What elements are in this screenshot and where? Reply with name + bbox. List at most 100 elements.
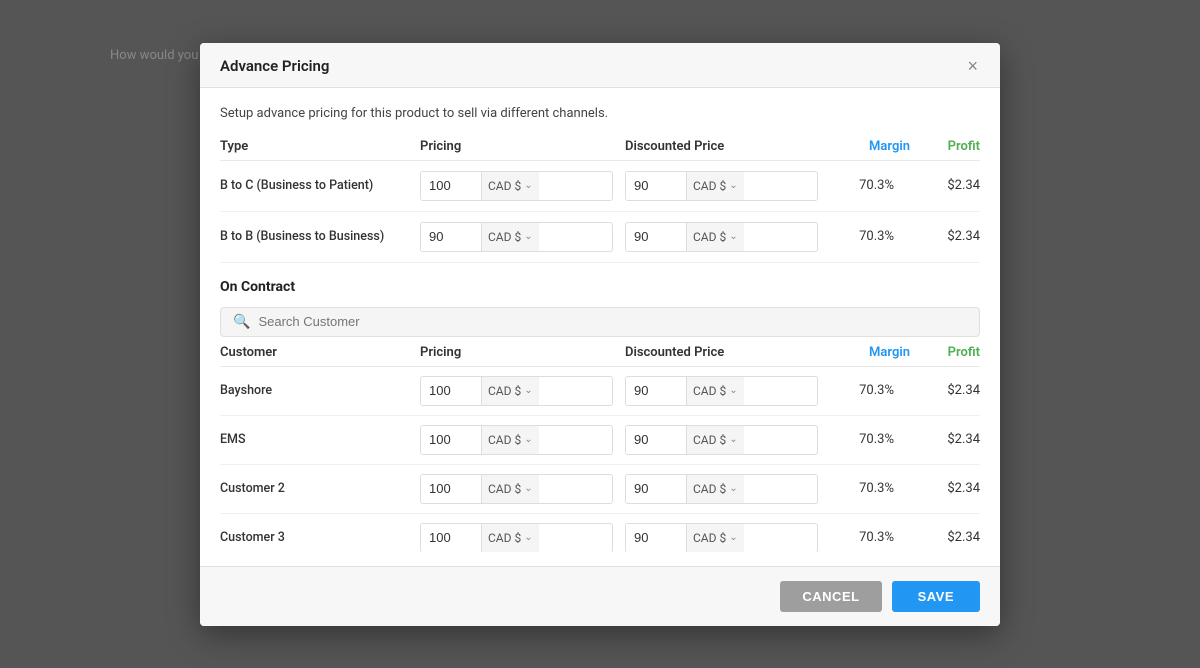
pricing-input[interactable] — [421, 223, 481, 251]
contract-scroll-container: Bayshore CAD $ ⌄ CAD $ ⌄ 70.3% $2.34 EMS — [220, 367, 980, 552]
discounted-input[interactable] — [626, 172, 686, 200]
on-contract-title: On Contract — [220, 279, 980, 295]
customer-currency-dropdown[interactable]: CAD $ ⌄ — [481, 475, 539, 503]
cancel-button[interactable]: CANCEL — [780, 581, 881, 612]
customer-pricing-input-group: CAD $ ⌄ — [420, 474, 613, 504]
col-discounted: Discounted Price — [625, 139, 830, 154]
currency-dropdown[interactable]: CAD $ ⌄ — [481, 223, 539, 251]
pricing-row: B to C (Business to Patient) CAD $ ⌄ CAD… — [220, 161, 980, 212]
modal-footer: CANCEL SAVE — [200, 566, 1000, 626]
col-profit-c: Profit — [910, 345, 980, 360]
chevron-down-icon: ⌄ — [524, 483, 532, 494]
modal: Advance Pricing × Setup advance pricing … — [200, 43, 1000, 626]
customer-discounted-input[interactable] — [626, 426, 686, 454]
margin-value: 70.3% — [830, 229, 910, 244]
contract-rows: Bayshore CAD $ ⌄ CAD $ ⌄ 70.3% $2.34 EMS — [220, 367, 980, 552]
customer-currency-label: CAD $ — [488, 433, 521, 447]
customer-discounted-currency-dropdown[interactable]: CAD $ ⌄ — [686, 524, 744, 552]
chevron-down-icon: ⌄ — [524, 434, 532, 445]
customer-name: Customer 3 — [220, 530, 420, 545]
discounted-currency-dropdown[interactable]: CAD $ ⌄ — [686, 172, 744, 200]
close-button[interactable]: × — [965, 57, 980, 75]
modal-description: Setup advance pricing for this product t… — [220, 106, 980, 121]
customer-currency-dropdown[interactable]: CAD $ ⌄ — [481, 377, 539, 405]
pricing-input-group: CAD $ ⌄ — [420, 171, 613, 201]
currency-dropdown[interactable]: CAD $ ⌄ — [481, 172, 539, 200]
customer-discounted-currency-label: CAD $ — [693, 482, 726, 496]
customer-currency-label: CAD $ — [488, 531, 521, 545]
col-pricing-c: Pricing — [420, 345, 625, 360]
currency-label: CAD $ — [488, 230, 521, 244]
chevron-down-icon: ⌄ — [524, 385, 532, 396]
customer-profit-value: $2.34 — [910, 383, 980, 398]
customer-pricing-input-group: CAD $ ⌄ — [420, 376, 613, 406]
customer-discounted-currency-dropdown[interactable]: CAD $ ⌄ — [686, 377, 744, 405]
customer-pricing-input[interactable] — [421, 524, 481, 552]
chevron-down-icon: ⌄ — [729, 180, 737, 191]
col-type: Type — [220, 139, 420, 154]
pricing-input-group: CAD $ ⌄ — [420, 222, 613, 252]
customer-pricing-input[interactable] — [421, 475, 481, 503]
customer-profit-value: $2.34 — [910, 432, 980, 447]
col-discounted-c: Discounted Price — [625, 345, 830, 360]
customer-margin-value: 70.3% — [830, 383, 910, 398]
customer-name: Customer 2 — [220, 481, 420, 496]
modal-title: Advance Pricing — [220, 57, 329, 75]
customer-discounted-currency-label: CAD $ — [693, 433, 726, 447]
customer-name: Bayshore — [220, 383, 420, 398]
pricing-table-header: Type Pricing Discounted Price Margin Pro… — [220, 139, 980, 161]
customer-discounted-input[interactable] — [626, 475, 686, 503]
customer-discounted-currency-label: CAD $ — [693, 384, 726, 398]
customer-currency-dropdown[interactable]: CAD $ ⌄ — [481, 426, 539, 454]
contract-row: EMS CAD $ ⌄ CAD $ ⌄ 70.3% $2.34 — [220, 416, 980, 465]
chevron-down-icon: ⌄ — [524, 231, 532, 242]
currency-label: CAD $ — [488, 179, 521, 193]
discounted-currency-dropdown[interactable]: CAD $ ⌄ — [686, 223, 744, 251]
chevron-down-icon: ⌄ — [524, 532, 532, 543]
search-bar: 🔍 — [220, 307, 980, 337]
search-input[interactable] — [258, 314, 967, 329]
col-margin: Margin — [830, 139, 910, 154]
profit-value: $2.34 — [910, 178, 980, 193]
customer-profit-value: $2.34 — [910, 530, 980, 545]
customer-pricing-input[interactable] — [421, 426, 481, 454]
col-customer: Customer — [220, 345, 420, 360]
discounted-currency-label: CAD $ — [693, 230, 726, 244]
customer-margin-value: 70.3% — [830, 481, 910, 496]
pricing-row-label: B to C (Business to Patient) — [220, 178, 420, 193]
customer-discounted-currency-label: CAD $ — [693, 531, 726, 545]
contract-row: Customer 3 CAD $ ⌄ CAD $ ⌄ 70.3% $2.34 — [220, 514, 980, 552]
customer-discounted-input-group: CAD $ ⌄ — [625, 474, 818, 504]
col-profit: Profit — [910, 139, 980, 154]
discounted-input-group: CAD $ ⌄ — [625, 222, 818, 252]
profit-value: $2.34 — [910, 229, 980, 244]
save-button[interactable]: SAVE — [892, 581, 980, 612]
customer-pricing-input[interactable] — [421, 377, 481, 405]
pricing-input[interactable] — [421, 172, 481, 200]
discounted-currency-label: CAD $ — [693, 179, 726, 193]
margin-value: 70.3% — [830, 178, 910, 193]
discounted-input[interactable] — [626, 223, 686, 251]
customer-discounted-currency-dropdown[interactable]: CAD $ ⌄ — [686, 475, 744, 503]
customer-discounted-currency-dropdown[interactable]: CAD $ ⌄ — [686, 426, 744, 454]
customer-pricing-input-group: CAD $ ⌄ — [420, 523, 613, 552]
chevron-down-icon: ⌄ — [729, 483, 737, 494]
discounted-input-group: CAD $ ⌄ — [625, 171, 818, 201]
contract-row: Bayshore CAD $ ⌄ CAD $ ⌄ 70.3% $2.34 — [220, 367, 980, 416]
customer-pricing-input-group: CAD $ ⌄ — [420, 425, 613, 455]
customer-currency-label: CAD $ — [488, 482, 521, 496]
chevron-down-icon: ⌄ — [729, 532, 737, 543]
col-pricing: Pricing — [420, 139, 625, 154]
customer-discounted-input-group: CAD $ ⌄ — [625, 376, 818, 406]
contract-table-header: Customer Pricing Discounted Price Margin… — [220, 337, 980, 367]
customer-margin-value: 70.3% — [830, 530, 910, 545]
customer-discounted-input[interactable] — [626, 377, 686, 405]
customer-discounted-input[interactable] — [626, 524, 686, 552]
customer-currency-dropdown[interactable]: CAD $ ⌄ — [481, 524, 539, 552]
pricing-rows: B to C (Business to Patient) CAD $ ⌄ CAD… — [220, 161, 980, 263]
customer-currency-label: CAD $ — [488, 384, 521, 398]
pricing-row-label: B to B (Business to Business) — [220, 229, 420, 244]
chevron-down-icon: ⌄ — [729, 385, 737, 396]
customer-margin-value: 70.3% — [830, 432, 910, 447]
col-margin-c: Margin — [830, 345, 910, 360]
